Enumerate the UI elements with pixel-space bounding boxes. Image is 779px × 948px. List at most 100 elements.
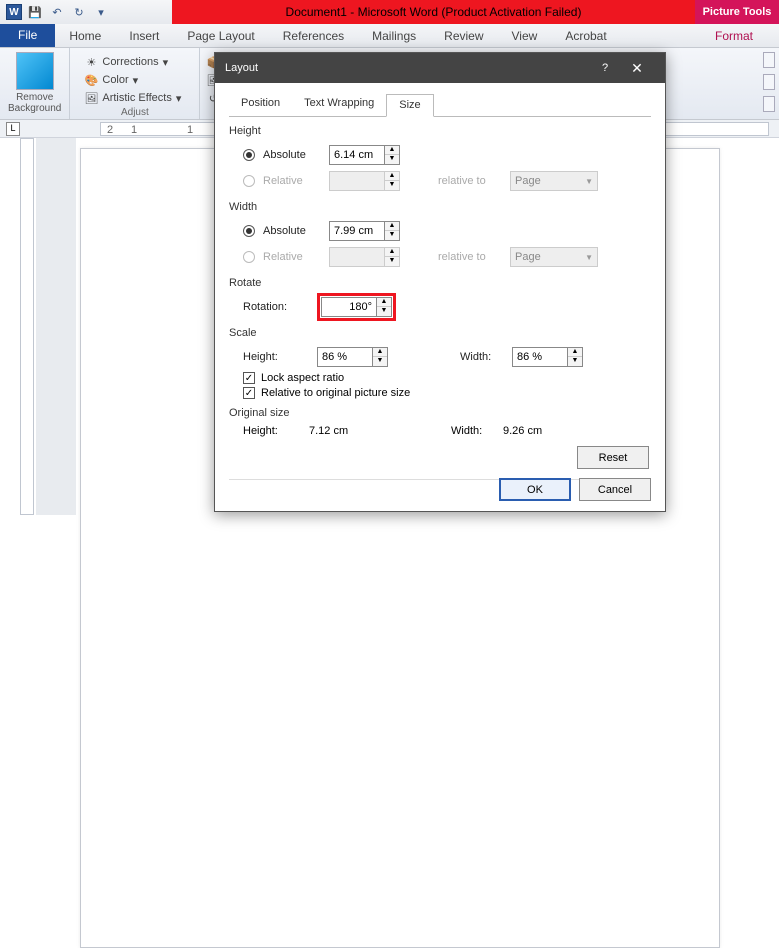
height-absolute-label: Absolute [263, 149, 321, 161]
save-icon[interactable]: 💾 [26, 3, 44, 21]
tab-selector[interactable]: L [6, 122, 20, 136]
width-relative-spinner: ▲▼ [329, 247, 400, 267]
picture-tools-tab-header: Picture Tools [695, 0, 779, 24]
width-relative-radio[interactable] [243, 251, 255, 263]
width-relative-label: Relative [263, 251, 321, 263]
height-absolute-radio[interactable] [243, 149, 255, 161]
word-icon: W [6, 4, 22, 20]
redo-icon[interactable]: ↻ [70, 3, 88, 21]
rotation-spinner[interactable]: ▲▼ [321, 297, 392, 317]
width-relative-to-label: relative to [438, 251, 502, 263]
adjust-group-label: Adjust [121, 107, 149, 118]
reset-button[interactable]: Reset [577, 446, 649, 469]
scale-width-label: Width: [460, 351, 504, 363]
spin-up-icon[interactable]: ▲ [568, 348, 582, 357]
spin-up-icon[interactable]: ▲ [385, 146, 399, 155]
corrections-button[interactable]: ☀Corrections ▾ [82, 54, 183, 70]
scale-width-spinner[interactable]: ▲▼ [512, 347, 583, 367]
chevron-down-icon: ▼ [585, 253, 593, 262]
help-button[interactable]: ? [591, 62, 619, 74]
ribbon-dropdown-1[interactable] [763, 52, 775, 68]
tab-position[interactable]: Position [229, 93, 292, 116]
spin-down-icon[interactable]: ▼ [373, 357, 387, 366]
page-margin-gray [36, 138, 76, 515]
dialog-tabs: Position Text Wrapping Size [229, 93, 651, 117]
spin-up-icon[interactable]: ▲ [373, 348, 387, 357]
spin-down-icon[interactable]: ▼ [385, 231, 399, 240]
spin-down-icon: ▼ [385, 257, 399, 266]
tab-size[interactable]: Size [386, 94, 433, 117]
ribbon-tabs: File Home Insert Page Layout References … [0, 24, 779, 48]
dialog-title: Layout [225, 62, 258, 74]
ribbon-right-controls [763, 52, 775, 112]
spin-up-icon[interactable]: ▲ [385, 222, 399, 231]
tab-page-layout[interactable]: Page Layout [173, 25, 268, 47]
ok-button[interactable]: OK [499, 478, 571, 501]
cancel-button[interactable]: Cancel [579, 478, 651, 501]
ribbon-dropdown-3[interactable] [763, 96, 775, 112]
width-absolute-input[interactable] [329, 221, 385, 241]
spin-up-icon[interactable]: ▲ [377, 298, 391, 307]
height-relative-spinner: ▲▼ [329, 171, 400, 191]
height-absolute-input[interactable] [329, 145, 385, 165]
original-width-label: Width: [451, 425, 495, 437]
window-title: Document1 - Microsoft Word (Product Acti… [172, 0, 695, 24]
checkbox-icon: ✓ [243, 372, 255, 384]
tab-mailings[interactable]: Mailings [358, 25, 430, 47]
height-relative-radio[interactable] [243, 175, 255, 187]
undo-icon[interactable]: ↶ [48, 3, 66, 21]
chevron-down-icon: ▼ [585, 177, 593, 186]
tab-file[interactable]: File [0, 23, 55, 47]
dialog-button-bar: OK Cancel [499, 478, 651, 501]
tab-acrobat[interactable]: Acrobat [551, 25, 620, 47]
spin-down-icon[interactable]: ▼ [385, 155, 399, 164]
color-icon: 🎨 [84, 73, 98, 87]
tab-format[interactable]: Format [701, 25, 767, 47]
scale-height-input[interactable] [317, 347, 373, 367]
scale-height-spinner[interactable]: ▲▼ [317, 347, 388, 367]
tab-references[interactable]: References [269, 25, 358, 47]
width-relative-to-combo: Page ▼ [510, 247, 598, 267]
artistic-icon: 🖼 [84, 91, 98, 105]
scale-height-label: Height: [243, 351, 309, 363]
dialog-titlebar[interactable]: Layout ? ✕ [215, 53, 665, 83]
corrections-label: Corrections [102, 56, 158, 68]
layout-dialog: Layout ? ✕ Position Text Wrapping Size H… [214, 52, 666, 512]
color-button[interactable]: 🎨Color ▾ [82, 72, 183, 88]
height-relative-input [329, 171, 385, 191]
close-button[interactable]: ✕ [619, 53, 655, 83]
ruler-tick: 1 [187, 124, 193, 136]
height-relative-to-label: relative to [438, 175, 502, 187]
relative-original-checkbox[interactable]: ✓ Relative to original picture size [243, 387, 651, 399]
titlebar: W 💾 ↶ ↻ ▾ Document1 - Microsoft Word (Pr… [0, 0, 779, 24]
height-relative-to-combo: Page ▼ [510, 171, 598, 191]
lock-aspect-ratio-checkbox[interactable]: ✓ Lock aspect ratio [243, 372, 651, 384]
width-absolute-radio[interactable] [243, 225, 255, 237]
original-height-label: Height: [243, 425, 301, 437]
combo-value: Page [515, 251, 541, 263]
remove-background-icon [16, 52, 54, 90]
vertical-ruler[interactable] [20, 138, 34, 515]
width-absolute-spinner[interactable]: ▲▼ [329, 221, 400, 241]
tab-text-wrapping[interactable]: Text Wrapping [292, 93, 386, 116]
tab-home[interactable]: Home [55, 25, 115, 47]
combo-value: Page [515, 175, 541, 187]
qat-dropdown-icon[interactable]: ▾ [92, 3, 110, 21]
tab-view[interactable]: View [498, 25, 552, 47]
tab-insert[interactable]: Insert [115, 25, 173, 47]
ruler-tick: 2 [107, 124, 113, 136]
tab-review[interactable]: Review [430, 25, 497, 47]
spin-down-icon[interactable]: ▼ [568, 357, 582, 366]
checkbox-icon: ✓ [243, 387, 255, 399]
remove-background-button[interactable]: Remove Background [0, 48, 70, 119]
height-relative-label: Relative [263, 175, 321, 187]
ribbon-dropdown-2[interactable] [763, 74, 775, 90]
height-absolute-spinner[interactable]: ▲▼ [329, 145, 400, 165]
spin-down-icon[interactable]: ▼ [377, 307, 391, 316]
scale-width-input[interactable] [512, 347, 568, 367]
rotation-highlight: ▲▼ [317, 293, 396, 321]
width-absolute-label: Absolute [263, 225, 321, 237]
artistic-effects-button[interactable]: 🖼Artistic Effects ▾ [82, 90, 183, 106]
spin-down-icon: ▼ [385, 181, 399, 190]
rotation-input[interactable] [321, 297, 377, 317]
